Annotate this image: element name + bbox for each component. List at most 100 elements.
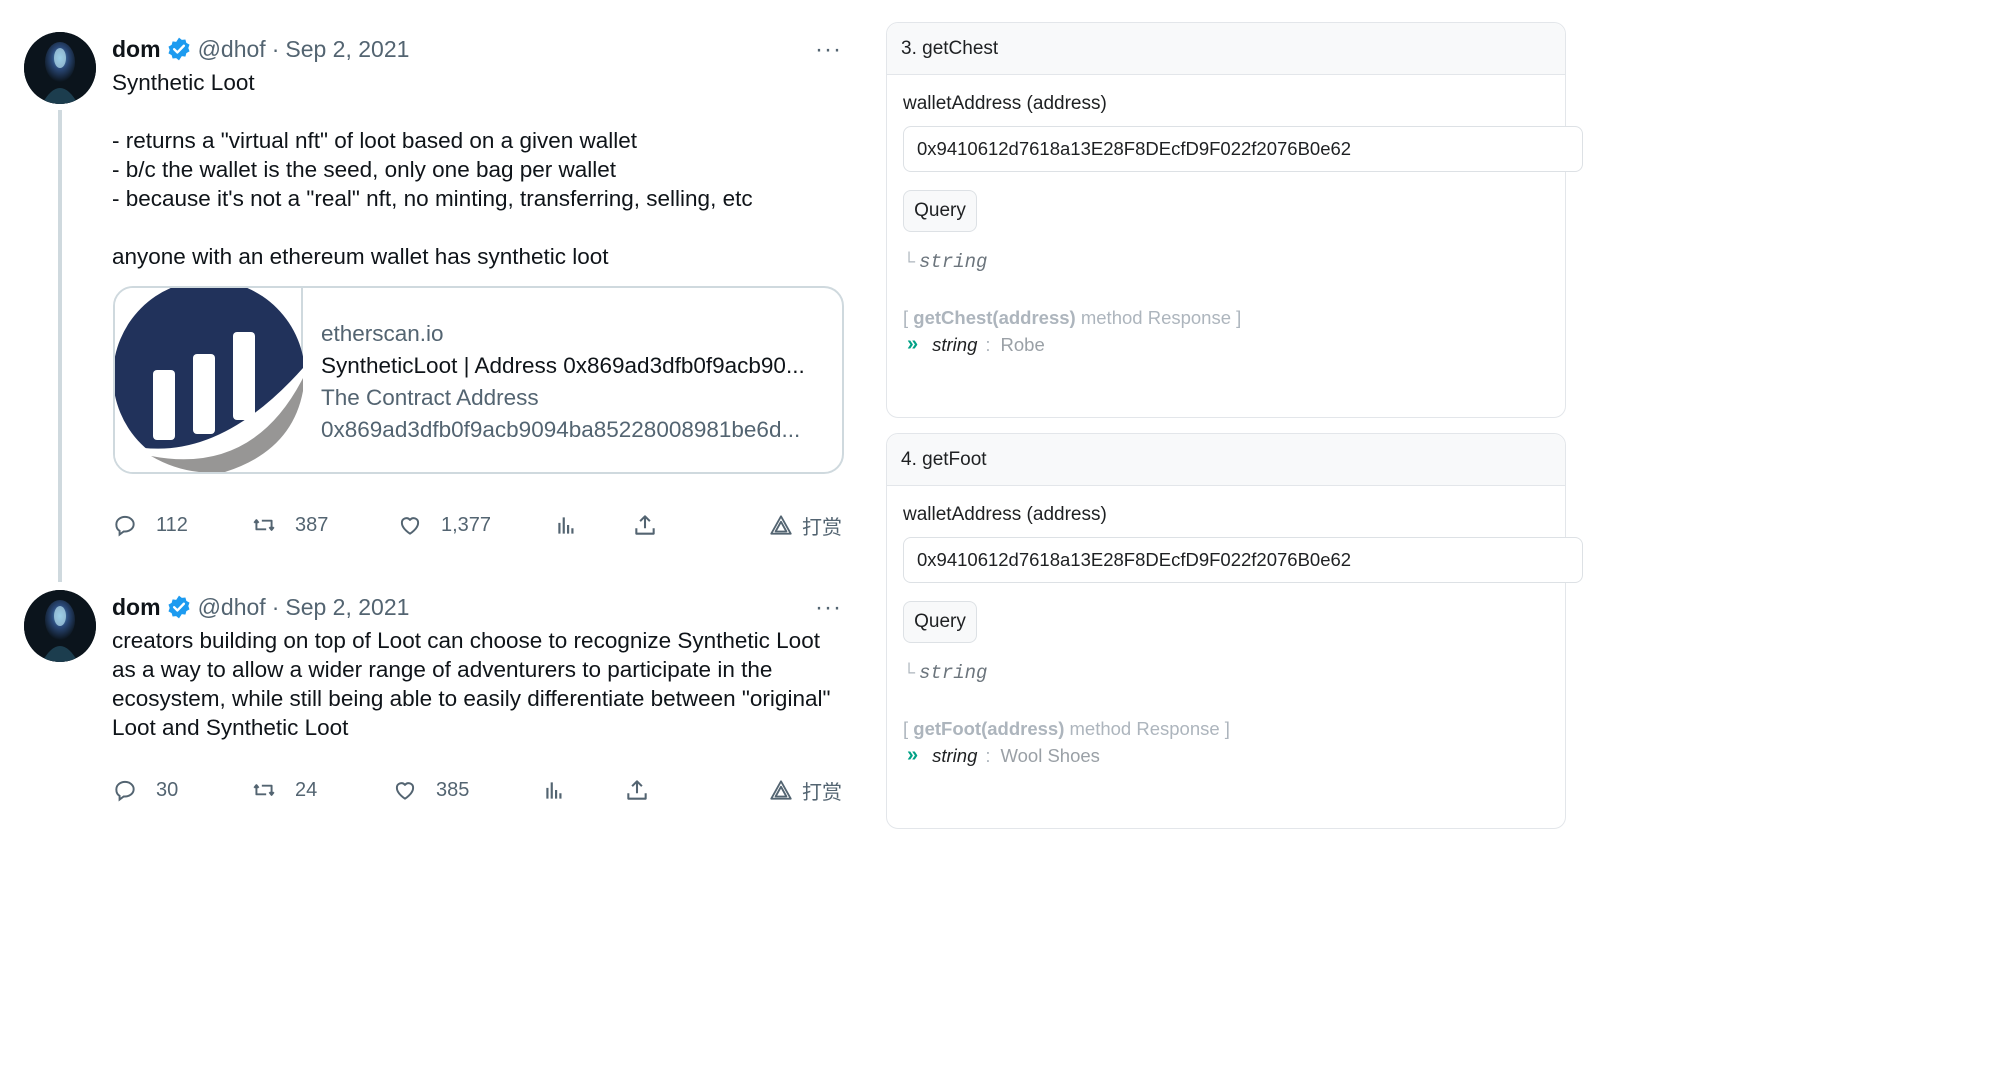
avatar[interactable]: [24, 32, 96, 104]
retweet-count: 24: [295, 778, 318, 801]
query-button[interactable]: Query: [903, 190, 977, 232]
result-colon: :: [985, 333, 991, 355]
avatar[interactable]: [24, 590, 96, 662]
return-type-label: string: [919, 662, 988, 684]
response-bracket: [: [903, 718, 909, 739]
tweet-line: Loot and Synthetic Loot: [112, 715, 349, 740]
analytics-icon: [546, 782, 562, 799]
share-icon: [635, 515, 655, 535]
author-name[interactable]: dom: [112, 594, 161, 621]
tweet-date[interactable]: Sep 2, 2021: [285, 36, 409, 63]
return-corner-icon: └: [903, 252, 916, 271]
tweet-line: - returns a "virtual nft" of loot based …: [112, 128, 638, 153]
card-description: The Contract Address: [321, 385, 539, 410]
card-domain: etherscan.io: [321, 321, 444, 346]
reply-button[interactable]: 30: [112, 773, 178, 807]
card-title: SyntheticLoot | Address 0x869ad3dfb0f9ac…: [321, 353, 805, 378]
share-icon: [627, 780, 647, 800]
response-method: getChest(address): [913, 307, 1076, 328]
retweet-icon: [253, 784, 275, 796]
link-preview-card[interactable]: etherscan.io SyntheticLoot | Address 0x8…: [113, 286, 844, 474]
author-name[interactable]: dom: [112, 36, 161, 63]
tip-label: 打赏: [802, 781, 842, 804]
tweet-header: dom @dhof · Sep 2, 2021: [112, 592, 409, 622]
result-colon: :: [985, 744, 991, 766]
like-button[interactable]: 1,377: [397, 508, 491, 542]
tweet-line: ecosystem, while still being able to eas…: [112, 686, 831, 711]
wallet-address-input[interactable]: [903, 126, 1583, 172]
author-handle[interactable]: @dhof: [198, 36, 266, 63]
param-label: walletAddress (address): [903, 504, 1107, 525]
tweet-line: - because it's not a "real" nft, no mint…: [112, 186, 753, 211]
return-corner-icon: └: [903, 663, 916, 682]
tip-button[interactable]: 打赏: [768, 508, 842, 542]
retweet-button[interactable]: 24: [251, 773, 317, 807]
double-chevron-icon: »: [907, 744, 919, 766]
tweet-thread: dom @dhof · Sep 2, 2021 ··· Synthetic Lo…: [0, 0, 870, 1073]
card-description: 0x869ad3dfb0f9acb9094ba85228008981be6d..…: [321, 417, 801, 442]
tip-button[interactable]: 打赏: [768, 773, 842, 807]
reply-icon: [115, 780, 135, 802]
method-title[interactable]: 4. getFoot: [887, 434, 1565, 486]
return-type-label: string: [919, 251, 988, 273]
reply-count: 112: [156, 513, 188, 536]
contract-method-panel-getfoot: 4. getFoot walletAddress (address) Query…: [886, 433, 1583, 829]
param-label: walletAddress (address): [903, 93, 1107, 114]
link-preview-info: etherscan.io SyntheticLoot | Address 0x8…: [321, 318, 831, 446]
return-type: └ string: [903, 251, 987, 273]
response-suffix: method Response ]: [1069, 718, 1230, 739]
result-value: Robe: [1000, 333, 1045, 355]
tweet-actions: 112 387 1,377 打赏: [112, 508, 842, 542]
response-bracket: [: [903, 307, 909, 328]
tweet-text: Synthetic Loot - returns a "virtual nft"…: [112, 68, 852, 271]
separator: ·: [271, 593, 280, 620]
result-value: Wool Shoes: [1000, 744, 1100, 766]
more-options-icon[interactable]: ···: [815, 594, 842, 622]
reply-count: 30: [156, 778, 179, 801]
reply-button[interactable]: 112: [112, 508, 188, 542]
reply-icon: [115, 515, 135, 537]
verified-badge-icon: [166, 36, 192, 62]
return-type: └ string: [903, 662, 987, 684]
response-result: » string : Robe: [907, 333, 1045, 356]
method-title[interactable]: 3. getChest: [887, 23, 1565, 75]
like-count: 1,377: [441, 513, 492, 536]
response-suffix: method Response ]: [1080, 307, 1242, 328]
analytics-icon: [558, 517, 574, 534]
tweet-line: anyone with an ethereum wallet has synth…: [112, 244, 609, 269]
retweet-icon: [253, 519, 275, 531]
retweet-button[interactable]: 387: [251, 508, 328, 542]
tweet-header: dom @dhof · Sep 2, 2021: [112, 34, 409, 64]
tweet-line: creators building on top of Loot can cho…: [112, 628, 820, 653]
views-button[interactable]: [554, 508, 580, 542]
response-result: » string : Wool Shoes: [907, 744, 1100, 767]
wallet-address-input[interactable]: [903, 537, 1583, 583]
share-button[interactable]: [624, 773, 650, 807]
tip-triangle-icon: [770, 780, 792, 800]
tweet-text: creators building on top of Loot can cho…: [112, 626, 852, 742]
tweet-actions: 30 24 385 打赏: [112, 773, 842, 807]
contract-method-panel-getchest: 3. getChest walletAddress (address) Quer…: [886, 22, 1583, 418]
double-chevron-icon: »: [907, 333, 919, 355]
tweet-date[interactable]: Sep 2, 2021: [285, 594, 409, 621]
thread-connector-line: [58, 110, 62, 582]
response-method: getFoot(address): [913, 718, 1065, 739]
verified-badge-icon: [166, 594, 192, 620]
tweet-line: as a way to allow a wider range of adven…: [112, 657, 773, 682]
more-options-icon[interactable]: ···: [815, 36, 842, 64]
share-button[interactable]: [632, 508, 658, 542]
heart-icon: [400, 517, 420, 535]
tip-triangle-icon: [770, 515, 792, 535]
result-type: string: [932, 744, 978, 766]
tweet-line: - b/c the wallet is the seed, only one b…: [112, 157, 617, 182]
etherscan-logo-icon: [115, 288, 303, 472]
separator: ·: [271, 35, 280, 62]
query-button[interactable]: Query: [903, 601, 977, 643]
like-count: 385: [436, 778, 470, 801]
like-button[interactable]: 385: [392, 773, 469, 807]
response-header: [ getChest(address) method Response ]: [903, 307, 1241, 329]
views-button[interactable]: [542, 773, 568, 807]
tweet-line: Synthetic Loot: [112, 70, 255, 95]
author-handle[interactable]: @dhof: [198, 594, 266, 621]
tip-label: 打赏: [802, 516, 842, 539]
